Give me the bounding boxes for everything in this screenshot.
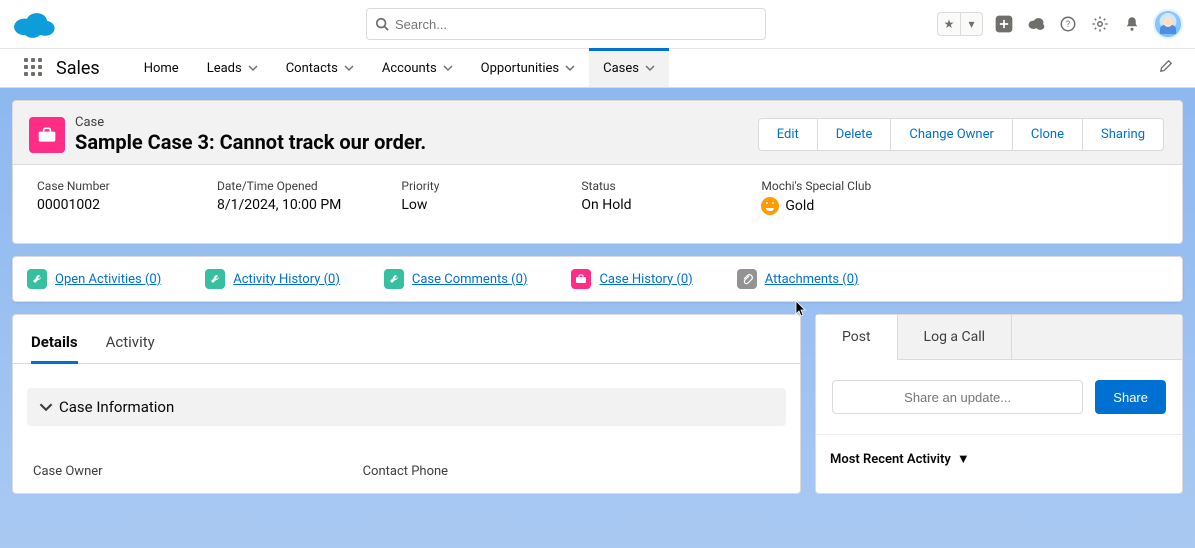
global-add-button[interactable] bbox=[993, 13, 1015, 35]
field-value: Low bbox=[401, 197, 521, 213]
favorites-split-button[interactable]: ★ ▾ bbox=[937, 12, 983, 36]
field-special-club: Mochi's Special Club Gold bbox=[761, 179, 911, 215]
case-icon bbox=[29, 117, 65, 153]
record-actions: Edit Delete Change Owner Clone Sharing bbox=[758, 118, 1164, 151]
global-search[interactable] bbox=[366, 8, 766, 40]
field-value: On Hold bbox=[581, 197, 701, 213]
sharing-button[interactable]: Sharing bbox=[1082, 119, 1163, 150]
search-input[interactable] bbox=[395, 17, 757, 32]
chevron-down-icon[interactable]: ▾ bbox=[960, 13, 982, 35]
field-value-text: Gold bbox=[785, 198, 814, 214]
smiley-icon bbox=[761, 197, 779, 215]
record-header: Case Sample Case 3: Cannot track our ord… bbox=[12, 100, 1183, 244]
delete-button[interactable]: Delete bbox=[817, 119, 891, 150]
related-lists-bar: Open Activities (0) Activity History (0)… bbox=[12, 256, 1183, 302]
field-label: Status bbox=[581, 179, 701, 193]
field-date-opened: Date/Time Opened 8/1/2024, 10:00 PM bbox=[217, 179, 341, 215]
field-label: Mochi's Special Club bbox=[761, 179, 911, 193]
related-link-text[interactable]: Attachments (0) bbox=[765, 272, 859, 287]
chevron-down-icon[interactable] bbox=[565, 63, 575, 73]
share-button[interactable]: Share bbox=[1095, 380, 1166, 414]
field-value: 00001002 bbox=[37, 197, 157, 213]
star-icon[interactable]: ★ bbox=[938, 13, 960, 35]
triangle-down-icon: ▼ bbox=[957, 451, 970, 467]
related-case-history[interactable]: Case History (0) bbox=[571, 269, 692, 289]
chevron-down-icon[interactable] bbox=[443, 63, 453, 73]
field-label-contact-phone: Contact Phone bbox=[363, 464, 449, 479]
field-priority: Priority Low bbox=[401, 179, 521, 215]
global-header: ★ ▾ ? bbox=[0, 0, 1195, 48]
related-link-text[interactable]: Case History (0) bbox=[599, 272, 692, 287]
related-link-text[interactable]: Activity History (0) bbox=[233, 272, 340, 287]
field-status: Status On Hold bbox=[581, 179, 701, 215]
nav-bar: Sales Home Leads Contacts Accounts Oppor… bbox=[0, 48, 1195, 88]
workspace: Case Sample Case 3: Cannot track our ord… bbox=[0, 88, 1195, 548]
feed-tab-post[interactable]: Post bbox=[816, 315, 898, 360]
related-open-activities[interactable]: Open Activities (0) bbox=[27, 269, 161, 289]
nav-item-label: Leads bbox=[207, 61, 242, 76]
app-name: Sales bbox=[56, 58, 100, 79]
nav-item-label: Contacts bbox=[286, 61, 338, 76]
nav-item-label: Home bbox=[144, 61, 179, 76]
nav-item-accounts[interactable]: Accounts bbox=[368, 49, 467, 87]
change-owner-button[interactable]: Change Owner bbox=[890, 119, 1011, 150]
related-link-text[interactable]: Case Comments (0) bbox=[412, 272, 528, 287]
notifications-bell-icon[interactable] bbox=[1121, 13, 1143, 35]
section-title: Case Information bbox=[59, 398, 174, 416]
share-update-input[interactable] bbox=[832, 380, 1083, 414]
nav-item-home[interactable]: Home bbox=[130, 49, 193, 87]
svg-text:?: ? bbox=[1066, 20, 1070, 30]
nav-item-cases[interactable]: Cases bbox=[589, 49, 669, 87]
field-case-number: Case Number 00001002 bbox=[37, 179, 157, 215]
chevron-down-icon bbox=[39, 400, 53, 414]
wrench-icon bbox=[384, 269, 404, 289]
search-icon bbox=[375, 17, 389, 31]
wrench-icon bbox=[27, 269, 47, 289]
chevron-down-icon[interactable] bbox=[344, 63, 354, 73]
object-type-label: Case bbox=[75, 115, 426, 130]
field-label-case-owner: Case Owner bbox=[33, 464, 103, 479]
record-title: Sample Case 3: Cannot track our order. bbox=[75, 130, 426, 154]
feed-tab-spacer bbox=[1012, 315, 1182, 360]
nav-item-leads[interactable]: Leads bbox=[193, 49, 272, 87]
chatter-panel: Post Log a Call Share Most Recent Activi… bbox=[815, 314, 1183, 494]
salesforce-logo bbox=[12, 9, 56, 39]
related-activity-history[interactable]: Activity History (0) bbox=[205, 269, 340, 289]
related-case-comments[interactable]: Case Comments (0) bbox=[384, 269, 528, 289]
field-label: Priority bbox=[401, 179, 521, 193]
app-launcher-icon[interactable] bbox=[24, 58, 44, 78]
section-case-information[interactable]: Case Information bbox=[27, 388, 786, 426]
field-label: Case Number bbox=[37, 179, 157, 193]
tab-activity[interactable]: Activity bbox=[106, 319, 155, 363]
details-panel: Details Activity Case Information Case O… bbox=[12, 314, 801, 494]
wrench-icon bbox=[205, 269, 225, 289]
mra-label: Most Recent Activity bbox=[830, 452, 951, 467]
edit-button[interactable]: Edit bbox=[759, 119, 817, 150]
field-value: 8/1/2024, 10:00 PM bbox=[217, 197, 341, 213]
chevron-down-icon[interactable] bbox=[248, 63, 258, 73]
related-link-text[interactable]: Open Activities (0) bbox=[55, 272, 161, 287]
most-recent-activity-toggle[interactable]: Most Recent Activity ▼ bbox=[816, 434, 1182, 485]
help-icon[interactable]: ? bbox=[1057, 13, 1079, 35]
field-value: Gold bbox=[761, 197, 911, 215]
feed-tab-log-a-call[interactable]: Log a Call bbox=[898, 315, 1012, 360]
nav-item-label: Opportunities bbox=[481, 61, 559, 76]
tab-details[interactable]: Details bbox=[31, 319, 78, 363]
nav-item-opportunities[interactable]: Opportunities bbox=[467, 49, 589, 87]
nav-item-label: Cases bbox=[603, 61, 639, 76]
edit-nav-pencil-icon[interactable] bbox=[1159, 59, 1183, 77]
field-label: Date/Time Opened bbox=[217, 179, 341, 193]
attachment-icon bbox=[737, 269, 757, 289]
nav-item-contacts[interactable]: Contacts bbox=[272, 49, 368, 87]
clone-button[interactable]: Clone bbox=[1012, 119, 1082, 150]
nav-item-label: Accounts bbox=[382, 61, 437, 76]
setup-gear-icon[interactable] bbox=[1089, 13, 1111, 35]
salesforce-nav-icon[interactable] bbox=[1025, 13, 1047, 35]
chevron-down-icon[interactable] bbox=[645, 63, 655, 73]
case-icon bbox=[571, 269, 591, 289]
related-attachments[interactable]: Attachments (0) bbox=[737, 269, 859, 289]
user-avatar[interactable] bbox=[1153, 9, 1183, 39]
